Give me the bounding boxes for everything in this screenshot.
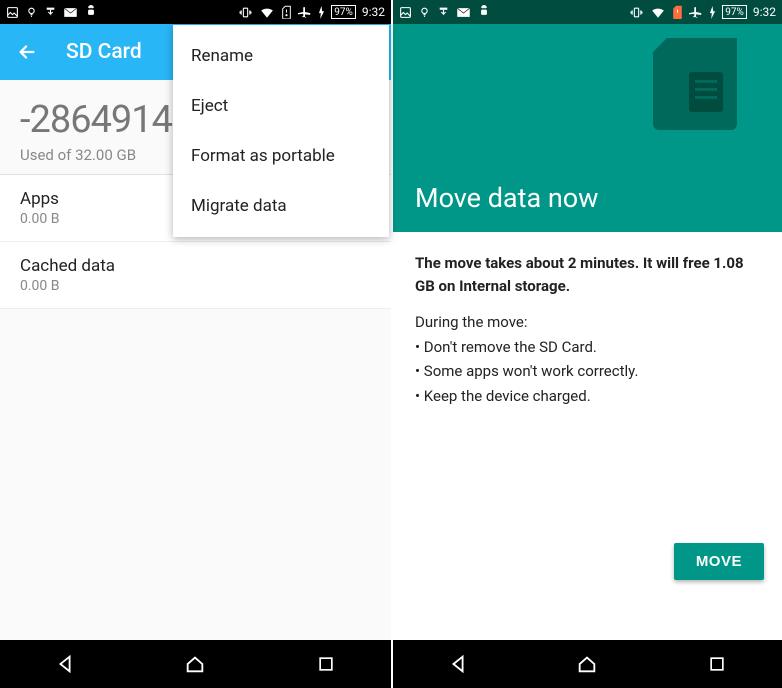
bullet-item: • Keep the device charged. xyxy=(415,385,760,408)
navigation-bar xyxy=(0,640,391,688)
sdcard-icon xyxy=(653,38,737,130)
hero-title: Move data now xyxy=(415,182,760,214)
during-label: During the move: xyxy=(415,311,760,334)
mail-icon xyxy=(456,6,471,19)
wifi-icon xyxy=(259,6,275,19)
status-bar: 97% 9:32 xyxy=(393,0,782,24)
menu-item-format[interactable]: Format as portable xyxy=(173,131,389,181)
download-icon xyxy=(437,6,450,19)
airplane-icon xyxy=(689,5,703,19)
nav-recents-button[interactable] xyxy=(312,650,340,678)
battery-indicator: 97% xyxy=(331,5,356,19)
navigation-bar xyxy=(393,640,782,688)
back-icon[interactable] xyxy=(16,41,38,63)
nav-back-button[interactable] xyxy=(51,650,79,678)
menu-item-rename[interactable]: Rename xyxy=(173,31,389,81)
vibrate-icon xyxy=(629,6,644,19)
nav-home-button[interactable] xyxy=(181,650,209,678)
nav-home-button[interactable] xyxy=(573,650,601,678)
android-icon xyxy=(84,5,98,19)
status-bar: 97% 9:32 xyxy=(0,0,391,24)
no-sim-icon xyxy=(281,5,292,19)
list-item-title: Cached data xyxy=(20,256,371,276)
download-icon xyxy=(44,6,57,19)
overflow-menu: Rename Eject Format as portable Migrate … xyxy=(173,25,389,237)
mail-icon xyxy=(63,6,78,19)
no-sim-icon xyxy=(672,5,683,19)
list-item-value: 0.00 B xyxy=(20,278,371,294)
lightbulb-icon xyxy=(418,6,431,19)
charging-icon xyxy=(709,6,716,19)
lightbulb-icon xyxy=(25,6,38,19)
menu-item-eject[interactable]: Eject xyxy=(173,81,389,131)
move-button[interactable]: MOVE xyxy=(674,543,764,580)
airplane-icon xyxy=(298,5,312,19)
main-content: Move data now The move takes about 2 min… xyxy=(393,24,782,640)
bullet-item: • Some apps won't work correctly. xyxy=(415,360,760,383)
vibrate-icon xyxy=(238,6,253,19)
phone-left: 97% 9:32 SD Card -2864914 Used of 32.00 … xyxy=(0,0,391,688)
hero-panel: Move data now xyxy=(393,24,782,232)
image-icon xyxy=(399,6,412,19)
battery-indicator: 97% xyxy=(722,5,747,19)
charging-icon xyxy=(318,6,325,19)
footer-actions: MOVE xyxy=(674,543,764,580)
android-icon xyxy=(477,5,491,19)
list-item-cached[interactable]: Cached data 0.00 B xyxy=(0,242,391,309)
bullet-item: • Don't remove the SD Card. xyxy=(415,336,760,359)
clock: 9:32 xyxy=(362,5,385,19)
image-icon xyxy=(6,6,19,19)
move-summary: The move takes about 2 minutes. It will … xyxy=(415,252,760,297)
nav-back-button[interactable] xyxy=(444,650,472,678)
menu-item-migrate[interactable]: Migrate data xyxy=(173,181,389,231)
phone-right: 97% 9:32 Move data now The move takes ab… xyxy=(391,0,782,688)
body-text: The move takes about 2 minutes. It will … xyxy=(393,232,782,427)
clock: 9:32 xyxy=(753,5,776,19)
nav-recents-button[interactable] xyxy=(703,650,731,678)
wifi-icon xyxy=(650,6,666,19)
page-title: SD Card xyxy=(66,40,142,64)
